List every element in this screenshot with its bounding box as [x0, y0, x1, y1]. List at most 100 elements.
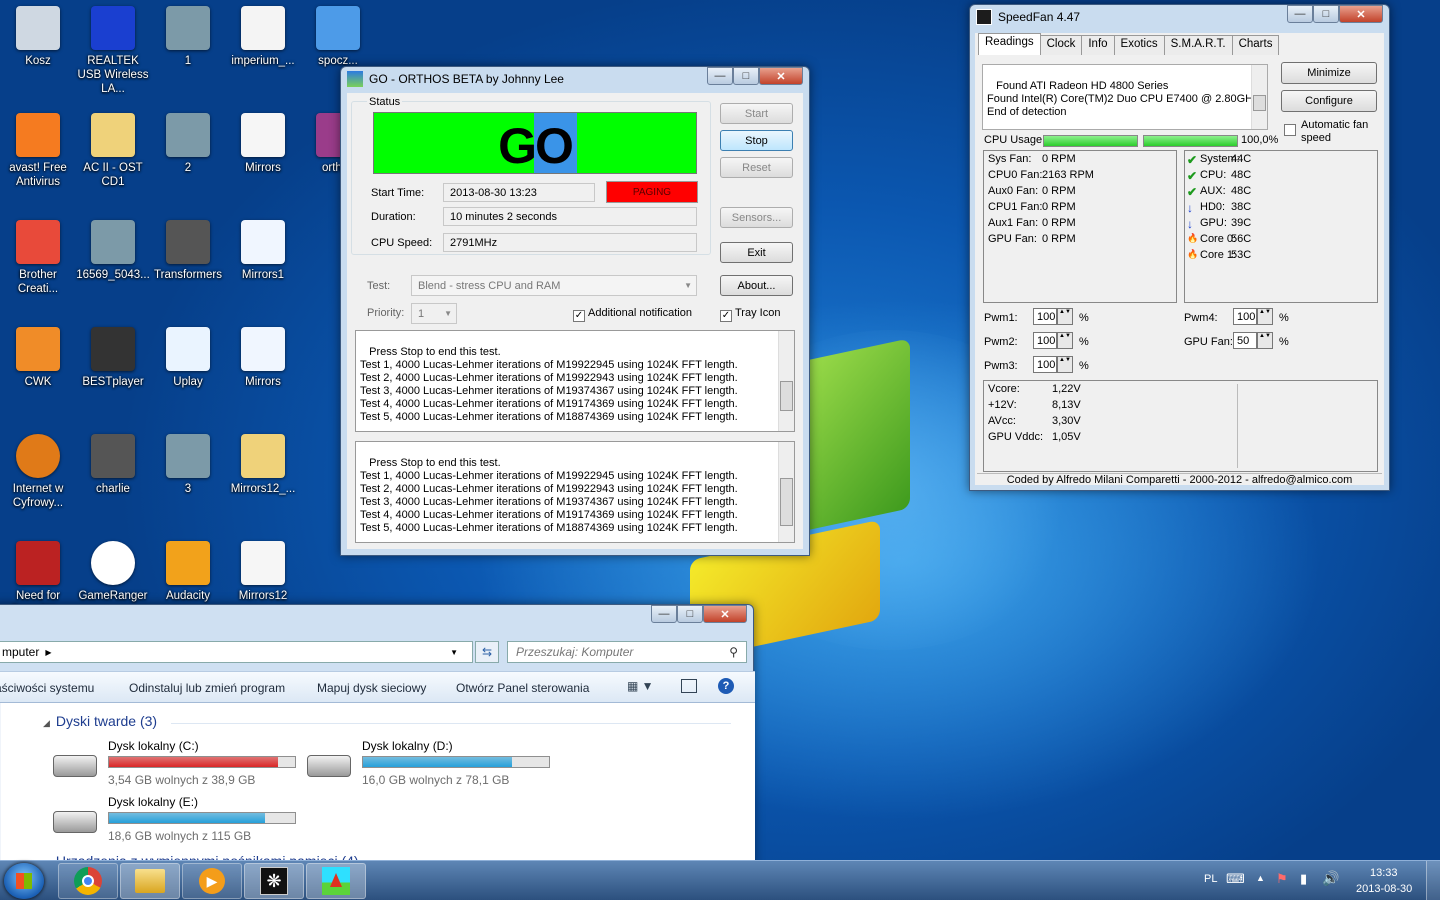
- minimize-button[interactable]: —: [651, 605, 677, 623]
- taskbar-chrome[interactable]: [58, 863, 118, 899]
- address-bar[interactable]: mputer ▶ ▼: [0, 641, 473, 663]
- tab-clock[interactable]: Clock: [1039, 35, 1083, 55]
- show-desktop-button[interactable]: [1426, 861, 1440, 900]
- taskbar-media-player[interactable]: ▶: [182, 863, 242, 899]
- tab-exotics[interactable]: Exotics: [1113, 35, 1165, 55]
- desktop-icon[interactable]: 16569_5043...: [75, 220, 151, 282]
- close-button[interactable]: ✕: [1339, 5, 1383, 23]
- test-log-2[interactable]: Press Stop to end this test. Test 1, 400…: [355, 441, 795, 543]
- command-bar-item[interactable]: Otwórz Panel sterowania: [456, 681, 589, 695]
- language-indicator[interactable]: PL: [1204, 873, 1217, 885]
- command-bar-item[interactable]: Mapuj dysk sieciowy: [317, 681, 426, 695]
- desktop-icon[interactable]: spocz...: [300, 6, 376, 68]
- pwm-input[interactable]: 100: [1033, 308, 1057, 325]
- drive-name[interactable]: Dysk lokalny (D:): [362, 739, 453, 753]
- taskbar-speedfan[interactable]: ❋: [244, 863, 304, 899]
- help-icon[interactable]: ?: [718, 678, 734, 694]
- hard-drive-icon[interactable]: [307, 755, 351, 777]
- desktop-icon[interactable]: Mirrors: [225, 327, 301, 389]
- tray-icon-checkbox[interactable]: ✓ Tray Icon: [720, 307, 780, 322]
- view-options-icon[interactable]: ▦ ▼: [627, 679, 654, 693]
- desktop-icon[interactable]: imperium_...: [225, 6, 301, 68]
- chevron-down-icon[interactable]: ▼: [450, 648, 458, 657]
- desktop-icon[interactable]: REALTEK USB Wireless LA...: [75, 6, 151, 96]
- start-button[interactable]: [4, 863, 44, 899]
- clock-date[interactable]: 2013-08-30: [1356, 883, 1412, 895]
- desktop-icon[interactable]: 2: [150, 113, 226, 175]
- command-bar-item[interactable]: Odinstaluj lub zmień program: [129, 681, 285, 695]
- desktop-icon[interactable]: avast! Free Antivirus: [0, 113, 76, 189]
- search-input[interactable]: Przeszukaj: Komputer ⚲: [507, 641, 747, 663]
- desktop-icon[interactable]: Mirrors12: [225, 541, 301, 603]
- desktop-icon[interactable]: Internet w Cyfrowy...: [0, 434, 76, 510]
- preview-pane-icon[interactable]: [681, 679, 697, 693]
- tab-info[interactable]: Info: [1081, 35, 1115, 55]
- pwm-input[interactable]: 100: [1033, 332, 1057, 349]
- hard-drive-icon[interactable]: [53, 811, 97, 833]
- scrollbar-thumb[interactable]: [780, 381, 793, 411]
- desktop-icon[interactable]: charlie: [75, 434, 151, 496]
- minimize-button[interactable]: —: [707, 67, 733, 85]
- sensors-button[interactable]: Sensors...: [720, 207, 793, 228]
- desktop-icon[interactable]: Audacity: [150, 541, 226, 603]
- desktop-icon[interactable]: GameRanger: [75, 541, 151, 603]
- desktop-icon[interactable]: AC II - OST CD1: [75, 113, 151, 189]
- auto-fan-checkbox[interactable]: Automatic fan speed: [1284, 119, 1384, 145]
- refresh-button[interactable]: ⇆: [475, 641, 499, 663]
- desktop-icon[interactable]: Uplay: [150, 327, 226, 389]
- start-button[interactable]: Start: [720, 103, 793, 124]
- tab-charts[interactable]: Charts: [1231, 35, 1280, 55]
- desktop-icon[interactable]: Mirrors12_...: [225, 434, 301, 496]
- taskbar-explorer[interactable]: [120, 863, 180, 899]
- tab-smart[interactable]: S.M.A.R.T.: [1163, 35, 1233, 55]
- spinner-arrows-icon[interactable]: ▲▼: [1057, 356, 1073, 373]
- drive-name[interactable]: Dysk lokalny (C:): [108, 739, 199, 753]
- desktop-icon[interactable]: CWK: [0, 327, 76, 389]
- spinner-arrows-icon[interactable]: ▲▼: [1057, 308, 1073, 325]
- taskbar-orthos[interactable]: [306, 863, 366, 899]
- configure-button[interactable]: Configure: [1281, 90, 1377, 112]
- spinner-arrows-icon[interactable]: ▲▼: [1257, 308, 1273, 325]
- volume-icon[interactable]: 🔊: [1322, 870, 1339, 887]
- clock-time[interactable]: 13:33: [1370, 867, 1398, 879]
- network-icon[interactable]: ▮: [1300, 871, 1307, 887]
- test-select[interactable]: Blend - stress CPU and RAM ▼: [411, 275, 697, 296]
- desktop-icon[interactable]: Transformers: [150, 220, 226, 282]
- hard-drive-icon[interactable]: [53, 755, 97, 777]
- spinner-arrows-icon[interactable]: ▲▼: [1257, 332, 1273, 349]
- action-center-icon[interactable]: ⚑: [1276, 871, 1288, 887]
- priority-select[interactable]: 1 ▼: [411, 303, 457, 324]
- maximize-button[interactable]: □: [1313, 5, 1339, 23]
- maximize-button[interactable]: □: [733, 67, 759, 85]
- desktop-icon[interactable]: Kosz: [0, 6, 76, 68]
- show-hidden-icons[interactable]: ▲: [1256, 873, 1265, 883]
- stop-button[interactable]: Stop: [720, 130, 793, 151]
- desktop-icon[interactable]: BESTplayer: [75, 327, 151, 389]
- exit-button[interactable]: Exit: [720, 242, 793, 263]
- spinner-arrows-icon[interactable]: ▲▼: [1057, 332, 1073, 349]
- reset-button[interactable]: Reset: [720, 157, 793, 178]
- desktop-icon[interactable]: 3: [150, 434, 226, 496]
- desktop-icon[interactable]: Mirrors1: [225, 220, 301, 282]
- desktop-icon[interactable]: 1: [150, 6, 226, 68]
- desktop-icon[interactable]: Brother Creati...: [0, 220, 76, 296]
- tab-readings[interactable]: Readings: [978, 33, 1041, 55]
- additional-notification-checkbox[interactable]: ✓ Additional notification: [573, 307, 692, 322]
- maximize-button[interactable]: □: [677, 605, 703, 623]
- drive-name[interactable]: Dysk lokalny (E:): [108, 795, 198, 809]
- group-header-hard-drives[interactable]: ◢ Dyski twarde (3): [43, 713, 157, 729]
- close-button[interactable]: ✕: [759, 67, 803, 85]
- close-button[interactable]: ✕: [703, 605, 747, 623]
- pwm-input[interactable]: 100: [1233, 308, 1257, 325]
- scrollbar[interactable]: [778, 331, 794, 431]
- scrollbar-thumb[interactable]: [1253, 95, 1266, 111]
- command-bar-item[interactable]: aściwości systemu: [0, 681, 94, 695]
- detection-log[interactable]: Found ATI Radeon HD 4800 Series Found In…: [982, 64, 1268, 130]
- minimize-button[interactable]: —: [1287, 5, 1313, 23]
- scrollbar-thumb[interactable]: [780, 478, 793, 526]
- about-button[interactable]: About...: [720, 275, 793, 296]
- keyboard-icon[interactable]: ⌨: [1226, 871, 1245, 887]
- minimize-action-button[interactable]: Minimize: [1281, 62, 1377, 84]
- pwm-input[interactable]: 50: [1233, 332, 1257, 349]
- scrollbar[interactable]: [1251, 65, 1267, 129]
